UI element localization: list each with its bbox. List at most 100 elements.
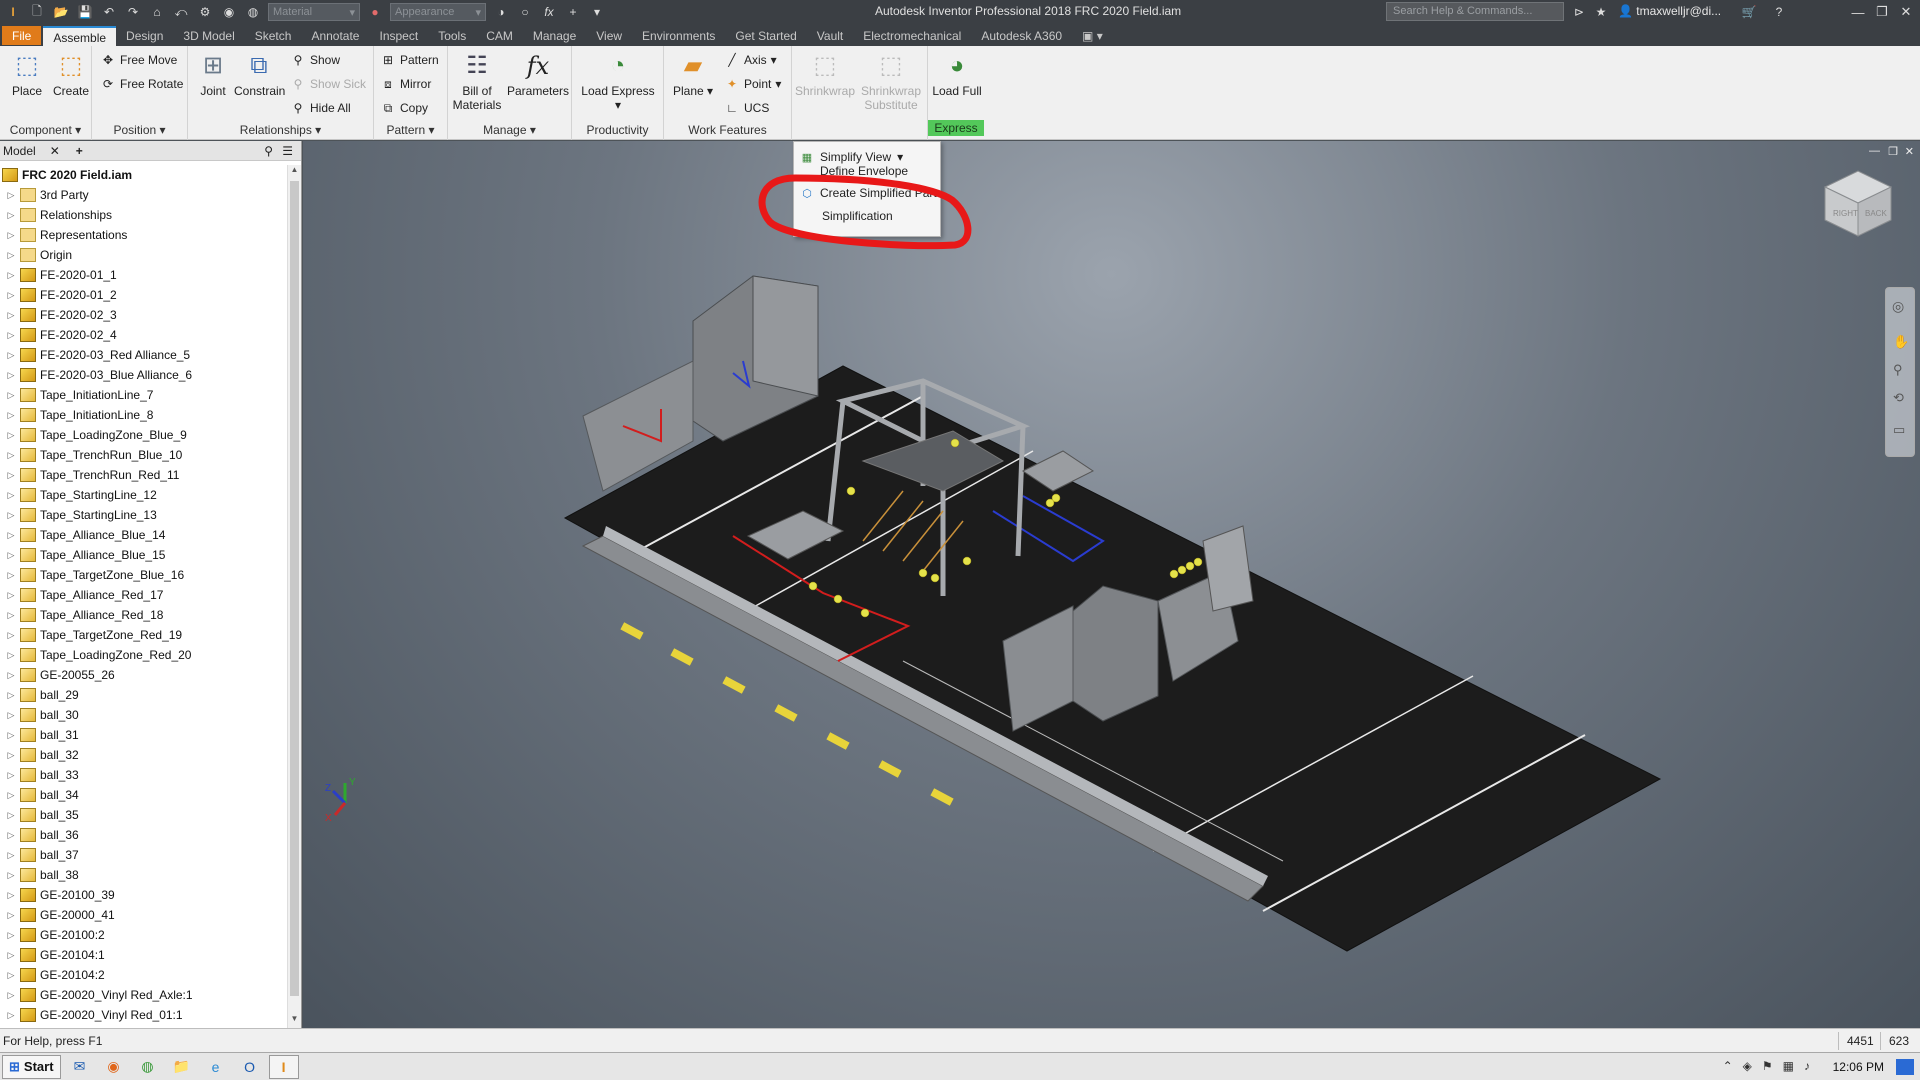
search-input[interactable]: Search Help & Commands... — [1386, 2, 1564, 21]
new-file-icon[interactable]: 🗋 — [28, 3, 46, 21]
home-icon[interactable]: ⌂ — [148, 3, 166, 21]
panel-label-relationships[interactable]: Relationships ▾ — [188, 123, 373, 137]
expand-arrow-icon[interactable]: ▷ — [6, 250, 16, 260]
expand-arrow-icon[interactable]: ▷ — [6, 630, 16, 640]
tree-item[interactable]: ▷ FE-2020-02_3 — [0, 305, 287, 325]
tree-item[interactable]: ▷ FE-2020-03_Red Alliance_5 — [0, 345, 287, 365]
tree-item[interactable]: ▷ Tape_StartingLine_12 — [0, 485, 287, 505]
tree-item[interactable]: ▷ ball_34 — [0, 785, 287, 805]
tree-item[interactable]: ▷ Relationships — [0, 205, 287, 225]
tree-item[interactable]: ▷ Tape_TargetZone_Red_19 — [0, 625, 287, 645]
expand-arrow-icon[interactable]: ▷ — [6, 730, 16, 740]
expand-arrow-icon[interactable]: ▷ — [6, 270, 16, 280]
tree-item[interactable]: ▷ Tape_TrenchRun_Blue_10 — [0, 445, 287, 465]
free-rotate-button[interactable]: ⟳ Free Rotate — [100, 74, 183, 94]
browser-menu-icon[interactable]: ☰ — [282, 144, 293, 158]
look-at-icon[interactable]: ▭ — [1893, 422, 1905, 438]
tab-inspect[interactable]: Inspect — [369, 26, 428, 46]
pattern-button[interactable]: ⊞ Pattern — [380, 50, 439, 70]
browser-scroll-thumb[interactable] — [290, 181, 299, 996]
app-menu-icon[interactable]: I — [4, 3, 22, 21]
parameters-button[interactable]: fx Parameters — [506, 50, 570, 98]
define-envelope-item[interactable]: Define Envelope — [794, 164, 940, 178]
firefox-icon[interactable]: ◉ — [99, 1055, 129, 1079]
restore-icon[interactable]: ❐ — [1870, 2, 1894, 22]
tree-item[interactable]: ▷ GE-20104:2 — [0, 965, 287, 985]
tree-item[interactable]: ▷ ball_31 — [0, 725, 287, 745]
cart-icon[interactable]: 🛒 — [1740, 3, 1758, 21]
browser-search-icon[interactable]: ⚲ — [264, 144, 273, 158]
panel-label-manage[interactable]: Manage ▾ — [448, 123, 571, 137]
adjust-icon[interactable]: ◑ — [492, 3, 510, 21]
expand-arrow-icon[interactable]: ▷ — [6, 770, 16, 780]
hide-all-button[interactable]: ⚲ Hide All — [290, 98, 351, 118]
create-button[interactable]: ⬚ Create — [46, 50, 96, 99]
plane-button[interactable]: ▰ Plane ▾ — [668, 50, 718, 99]
expand-arrow-icon[interactable]: ▷ — [6, 850, 16, 860]
file-explorer-icon[interactable]: 📁 — [167, 1055, 197, 1079]
place-button[interactable]: ⬚ Place — [2, 50, 52, 99]
expand-arrow-icon[interactable]: ▷ — [6, 610, 16, 620]
tab-tools[interactable]: Tools — [428, 26, 476, 46]
expand-arrow-icon[interactable]: ▷ — [6, 230, 16, 240]
outlook-app-icon[interactable]: O — [235, 1055, 265, 1079]
appearance-icon[interactable]: ● — [366, 3, 384, 21]
tree-item[interactable]: ▷ FE-2020-01_1 — [0, 265, 287, 285]
expand-arrow-icon[interactable]: ▷ — [6, 750, 16, 760]
fx-icon[interactable]: fx — [540, 3, 558, 21]
panel-label-position[interactable]: Position ▾ — [92, 123, 187, 137]
tray-expand-icon[interactable]: ⌃ — [1723, 1059, 1733, 1073]
tree-item[interactable]: ▷ Representations — [0, 225, 287, 245]
show-desktop-icon[interactable] — [1896, 1059, 1914, 1075]
free-move-button[interactable]: ✥ Free Move — [100, 50, 177, 70]
tray-app-icon[interactable]: ◈ — [1743, 1059, 1752, 1073]
tab-3d-model[interactable]: 3D Model — [173, 26, 244, 46]
tree-item[interactable]: ▷ ball_35 — [0, 805, 287, 825]
panel-toggle-icon[interactable]: ▣ ▾ — [1072, 26, 1113, 46]
inventor-taskbar-icon[interactable]: I — [268, 1054, 299, 1079]
show-button[interactable]: ⚲ Show — [290, 50, 340, 70]
tree-item[interactable]: ▷ GE-20100_39 — [0, 885, 287, 905]
volume-icon[interactable]: ♪ — [1804, 1059, 1810, 1073]
mirror-button[interactable]: ⧈ Mirror — [380, 74, 431, 94]
expand-arrow-icon[interactable]: ▷ — [6, 670, 16, 680]
expand-arrow-icon[interactable]: ▷ — [6, 490, 16, 500]
expand-arrow-icon[interactable]: ▷ — [6, 890, 16, 900]
create-simplified-part-item[interactable]: ⬡ Create Simplified Part — [794, 182, 940, 204]
expand-arrow-icon[interactable]: ▷ — [6, 910, 16, 920]
tree-item[interactable]: ▷ GE-20100:2 — [0, 925, 287, 945]
expand-arrow-icon[interactable]: ▷ — [6, 430, 16, 440]
zoom-icon[interactable]: ⚲ — [1893, 362, 1903, 378]
tab-manage[interactable]: Manage — [523, 26, 586, 46]
tree-item[interactable]: ▷ ball_37 — [0, 845, 287, 865]
material-icon[interactable]: ◍ — [244, 3, 262, 21]
expand-arrow-icon[interactable]: ▷ — [6, 690, 16, 700]
expand-arrow-icon[interactable]: ▷ — [6, 650, 16, 660]
tab-vault[interactable]: Vault — [807, 26, 853, 46]
show-sick-button[interactable]: ⚲ Show Sick — [290, 74, 366, 94]
shrinkwrap-substitute-button[interactable]: ⬚ Shrinkwrap Substitute — [858, 50, 924, 113]
tab-sketch[interactable]: Sketch — [245, 26, 302, 46]
expand-arrow-icon[interactable]: ▷ — [6, 810, 16, 820]
expand-arrow-icon[interactable]: ▷ — [6, 330, 16, 340]
tree-item[interactable]: ▷ ball_38 — [0, 865, 287, 885]
star-icon[interactable]: ★ — [1592, 3, 1610, 21]
expand-arrow-icon[interactable]: ▷ — [6, 350, 16, 360]
update-icon[interactable]: ⚙ — [196, 3, 214, 21]
viewport-close-icon[interactable]: ✕ — [1905, 145, 1914, 158]
point-button[interactable]: ✦ Point ▾ — [724, 74, 781, 94]
browser-scrollbar[interactable]: ▲ ▼ — [287, 165, 301, 1028]
tree-item[interactable]: ▷ ball_30 — [0, 705, 287, 725]
internet-explorer-icon[interactable]: e — [201, 1055, 231, 1079]
expand-arrow-icon[interactable]: ▷ — [6, 570, 16, 580]
expand-arrow-icon[interactable]: ▷ — [6, 990, 16, 1000]
expand-arrow-icon[interactable]: ▷ — [6, 710, 16, 720]
tab-electromechanical[interactable]: Electromechanical — [853, 26, 971, 46]
tab-autodesk-a360[interactable]: Autodesk A360 — [971, 26, 1072, 46]
tree-item[interactable]: ▷ ball_33 — [0, 765, 287, 785]
expand-arrow-icon[interactable]: ▷ — [6, 530, 16, 540]
panel-label-component[interactable]: Component ▾ — [0, 123, 91, 137]
ucs-button[interactable]: ∟ UCS — [724, 98, 769, 118]
network-icon[interactable]: ▦ — [1783, 1059, 1794, 1073]
scroll-up-icon[interactable]: ▲ — [288, 165, 301, 179]
